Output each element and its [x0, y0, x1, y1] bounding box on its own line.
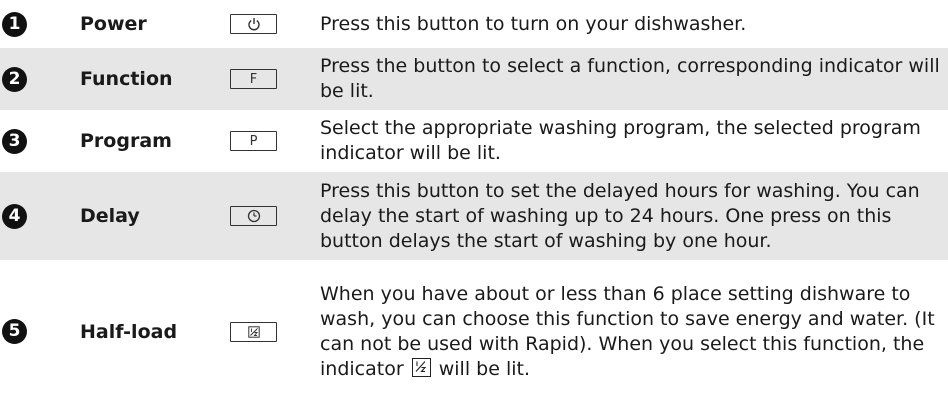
row-number-badge: 4: [2, 203, 27, 229]
table-row-delay: 4 Delay Press this button to set the del…: [0, 172, 948, 260]
power-icon: [247, 18, 260, 31]
table-row-half-load: 5 Half-load When you have about or less …: [0, 260, 948, 403]
power-button-symbol: [230, 14, 277, 34]
row-number-badge: 3: [2, 128, 27, 154]
row-description: Select the appropriate washing program, …: [320, 117, 921, 164]
row-name: Power: [80, 13, 147, 35]
table-row-function: 2 Function F Press the button to select …: [0, 48, 948, 110]
program-button-symbol: P: [230, 131, 277, 151]
control-panel-table: 1 Power Press this button to turn on you…: [0, 0, 948, 403]
row-number-badge: 1: [2, 11, 27, 37]
delay-clock-icon: [247, 209, 260, 223]
row-name: Program: [80, 130, 172, 152]
row-number-badge: 5: [2, 319, 27, 344]
half-load-icon: [247, 325, 260, 338]
table-row-program: 3 Program P Select the appropriate washi…: [0, 110, 948, 172]
row-name: Delay: [80, 205, 140, 227]
row-description: When you have about or less than 6 place…: [320, 282, 948, 382]
half-load-button-symbol: [230, 321, 277, 342]
delay-button-symbol: [230, 206, 277, 226]
row-number-badge: 2: [2, 66, 27, 92]
row-description: Press this button to turn on your dishwa…: [320, 12, 747, 35]
function-button-symbol: F: [230, 69, 277, 89]
half-load-indicator-icon: [411, 357, 431, 377]
row-name: Half-load: [80, 320, 178, 343]
row-description: Press this button to set the delayed hou…: [320, 179, 920, 252]
table-row-power: 1 Power Press this button to turn on you…: [0, 0, 948, 48]
row-description: Press the button to select a function, c…: [320, 55, 940, 102]
row-name: Function: [80, 68, 173, 90]
description-text: will be lit.: [438, 357, 530, 380]
